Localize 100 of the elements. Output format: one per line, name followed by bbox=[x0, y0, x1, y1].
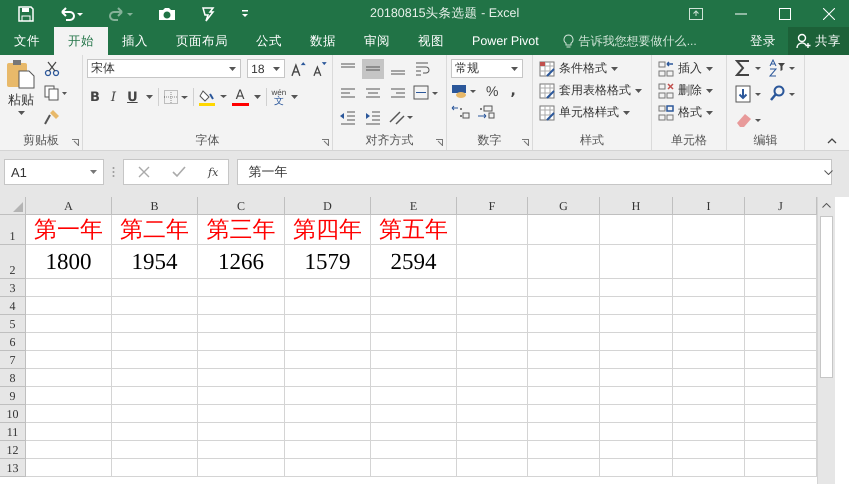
scroll-thumb[interactable] bbox=[820, 216, 833, 378]
ribbon-tab[interactable]: 公式 bbox=[242, 27, 296, 55]
font-name-field[interactable]: 宋体 bbox=[87, 59, 242, 78]
style-menu-button[interactable]: 套用表格格式 bbox=[539, 81, 647, 100]
underline-button[interactable]: U bbox=[124, 90, 141, 104]
maximize-icon[interactable] bbox=[779, 8, 791, 20]
row-header[interactable]: 7 bbox=[0, 351, 26, 369]
font-size-field[interactable]: 18 bbox=[247, 59, 285, 78]
table-cell bbox=[528, 297, 600, 315]
row-header[interactable]: 8 bbox=[0, 369, 26, 387]
scissors-icon[interactable] bbox=[44, 61, 60, 77]
column-header[interactable]: C bbox=[198, 197, 285, 215]
customize-caret-icon[interactable] bbox=[240, 8, 250, 18]
group-label: 数字 bbox=[478, 132, 502, 149]
ribbon-tab[interactable]: 开始 bbox=[54, 27, 108, 55]
column-header[interactable]: J bbox=[745, 197, 817, 215]
collapse-ribbon-icon[interactable] bbox=[827, 138, 837, 144]
check-icon[interactable] bbox=[172, 166, 186, 178]
percent-button[interactable]: % bbox=[483, 83, 502, 99]
copy-icon[interactable] bbox=[44, 85, 68, 101]
shrink-font-icon[interactable] bbox=[312, 60, 328, 76]
italic-button[interactable]: I bbox=[108, 90, 120, 104]
ribbon-tab[interactable]: 视图 bbox=[404, 27, 458, 55]
ribbon-tab[interactable]: 数据 bbox=[296, 27, 350, 55]
increase-decimal-icon[interactable] bbox=[451, 104, 471, 120]
column-header[interactable]: A bbox=[26, 197, 112, 215]
scroll-up-icon[interactable] bbox=[822, 203, 831, 208]
caret-icon[interactable] bbox=[254, 95, 261, 99]
dialog-launcher-icon[interactable] bbox=[436, 139, 443, 146]
row-header[interactable]: 3 bbox=[0, 279, 26, 297]
formula-field[interactable]: 第一年 bbox=[237, 159, 832, 185]
sort-filter-icon[interactable] bbox=[769, 59, 797, 77]
sign-in-link[interactable]: 登录 bbox=[738, 27, 788, 55]
table-cell: 第三年 bbox=[198, 215, 285, 245]
autosum-icon[interactable] bbox=[735, 59, 763, 77]
vertical-align-icon[interactable] bbox=[362, 59, 384, 79]
borders-icon[interactable] bbox=[164, 90, 188, 104]
row-header[interactable]: 2 bbox=[0, 245, 26, 279]
dialog-launcher-icon[interactable] bbox=[322, 139, 329, 146]
share-button[interactable]: 共享 bbox=[788, 27, 849, 55]
style-menu-button[interactable]: 条件格式 bbox=[539, 59, 647, 78]
dialog-launcher-icon[interactable] bbox=[522, 139, 529, 146]
currency-icon[interactable] bbox=[451, 83, 477, 99]
column-header[interactable]: E bbox=[371, 197, 457, 215]
ribbon-display-icon[interactable] bbox=[689, 8, 703, 20]
tell-me-field[interactable]: 告诉我您想要做什么... bbox=[562, 27, 697, 55]
insert-function-button[interactable]: fx bbox=[208, 166, 218, 178]
caret-icon bbox=[272, 66, 280, 70]
caret-icon[interactable] bbox=[291, 95, 298, 99]
column-header[interactable]: F bbox=[457, 197, 528, 215]
cells-menu-button[interactable]: 格式 bbox=[658, 103, 722, 122]
close-icon[interactable] bbox=[823, 8, 835, 20]
row-header[interactable]: 13 bbox=[0, 459, 26, 477]
row-header[interactable]: 9 bbox=[0, 387, 26, 405]
fill-down-icon[interactable] bbox=[735, 85, 763, 103]
phonetic-guide-button[interactable]: wén 文 bbox=[272, 88, 286, 106]
row-header[interactable]: 11 bbox=[0, 423, 26, 441]
style-menu-button[interactable]: 单元格样式 bbox=[539, 103, 647, 122]
table-style-icon bbox=[539, 82, 555, 98]
dialog-launcher-icon[interactable] bbox=[72, 139, 79, 146]
row-header[interactable]: 6 bbox=[0, 333, 26, 351]
table-cell: 第四年 bbox=[285, 215, 371, 245]
caret-icon[interactable] bbox=[146, 95, 153, 99]
save-icon[interactable] bbox=[18, 6, 34, 22]
table-cell bbox=[457, 405, 528, 423]
row-header[interactable]: 10 bbox=[0, 405, 26, 423]
cells-menu-button[interactable]: 插入 bbox=[658, 59, 722, 78]
column-header[interactable]: H bbox=[600, 197, 673, 215]
format-painter-icon[interactable] bbox=[44, 109, 60, 125]
table-cell bbox=[528, 245, 600, 279]
vertical-scrollbar[interactable] bbox=[817, 197, 835, 484]
ribbon-tab[interactable]: 插入 bbox=[108, 27, 162, 55]
ribbon-tab[interactable]: Power Pivot bbox=[458, 27, 553, 55]
table-cell bbox=[673, 297, 745, 315]
column-header[interactable]: D bbox=[285, 197, 371, 215]
cells-menu-button[interactable]: 删除 bbox=[658, 81, 722, 100]
grow-font-icon[interactable] bbox=[290, 60, 306, 76]
camera-icon[interactable] bbox=[158, 6, 176, 22]
comma-style-button[interactable]: , bbox=[507, 83, 519, 99]
name-box[interactable]: A1 bbox=[4, 159, 104, 185]
number-format-field[interactable]: 常规 bbox=[451, 59, 523, 78]
ribbon-tab[interactable]: 页面布局 bbox=[162, 27, 242, 55]
lightning-icon[interactable] bbox=[200, 6, 216, 22]
ribbon-tab[interactable]: 审阅 bbox=[350, 27, 404, 55]
decrease-decimal-icon[interactable] bbox=[477, 104, 497, 120]
ribbon-tab[interactable]: 文件 bbox=[0, 27, 54, 55]
bold-button[interactable]: B bbox=[87, 90, 103, 104]
table-cell bbox=[457, 423, 528, 441]
row-header[interactable]: 12 bbox=[0, 441, 26, 459]
search-icon[interactable] bbox=[769, 85, 797, 103]
column-header[interactable]: B bbox=[112, 197, 198, 215]
paste-button[interactable]: 粘贴 bbox=[4, 59, 38, 131]
row-header[interactable]: 5 bbox=[0, 315, 26, 333]
row-header[interactable]: 4 bbox=[0, 297, 26, 315]
row-header[interactable]: 1 bbox=[0, 215, 26, 245]
fill-color-icon[interactable] bbox=[198, 88, 227, 106]
expand-caret-icon[interactable] bbox=[824, 170, 833, 174]
column-header[interactable]: G bbox=[528, 197, 600, 215]
column-header[interactable]: I bbox=[673, 197, 745, 215]
font-color-button[interactable]: A bbox=[232, 88, 249, 106]
